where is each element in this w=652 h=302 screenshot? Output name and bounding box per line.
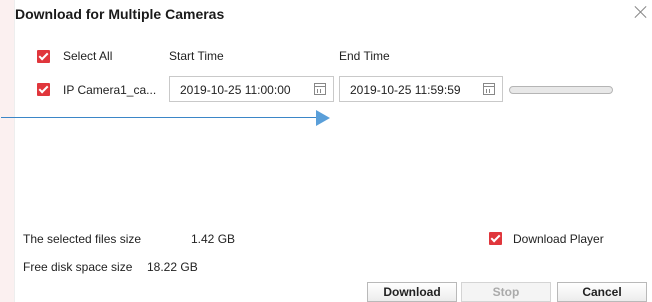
cancel-button[interactable]: Cancel [557,282,647,302]
annotation-arrow-line [1,117,316,118]
free-space-value: 18.22 GB [147,260,198,274]
selected-size-value: 1.42 GB [191,232,236,246]
free-space-label: Free disk space size [23,260,133,274]
start-time-header: Start Time [169,49,224,63]
selected-size-label: The selected files size [23,232,142,246]
download-button[interactable]: Download [367,282,457,302]
download-player-checkbox[interactable] [489,232,502,245]
annotation-arrow-head [316,110,330,126]
start-time-value: 2019-10-25 11:00:00 [180,83,291,97]
close-icon[interactable] [633,4,649,20]
download-dialog: Download for Multiple Cameras Select All… [1,0,652,302]
calendar-icon[interactable] [314,83,326,95]
download-progress-bar [509,86,613,94]
end-time-field[interactable]: 2019-10-25 11:59:59 [339,76,503,102]
end-time-value: 2019-10-25 11:59:59 [350,83,461,97]
select-all-checkbox[interactable] [37,50,50,63]
camera-checkbox[interactable] [37,83,50,96]
end-time-header: End Time [339,49,390,63]
background-window-edge [0,0,14,302]
start-time-field[interactable]: 2019-10-25 11:00:00 [169,76,334,102]
download-player-label: Download Player [513,232,604,246]
calendar-icon[interactable] [483,83,495,95]
select-all-label: Select All [63,49,113,63]
dialog-title: Download for Multiple Cameras [15,6,225,22]
camera-name: IP Camera1_ca... [63,83,157,97]
stop-button[interactable]: Stop [461,282,551,302]
